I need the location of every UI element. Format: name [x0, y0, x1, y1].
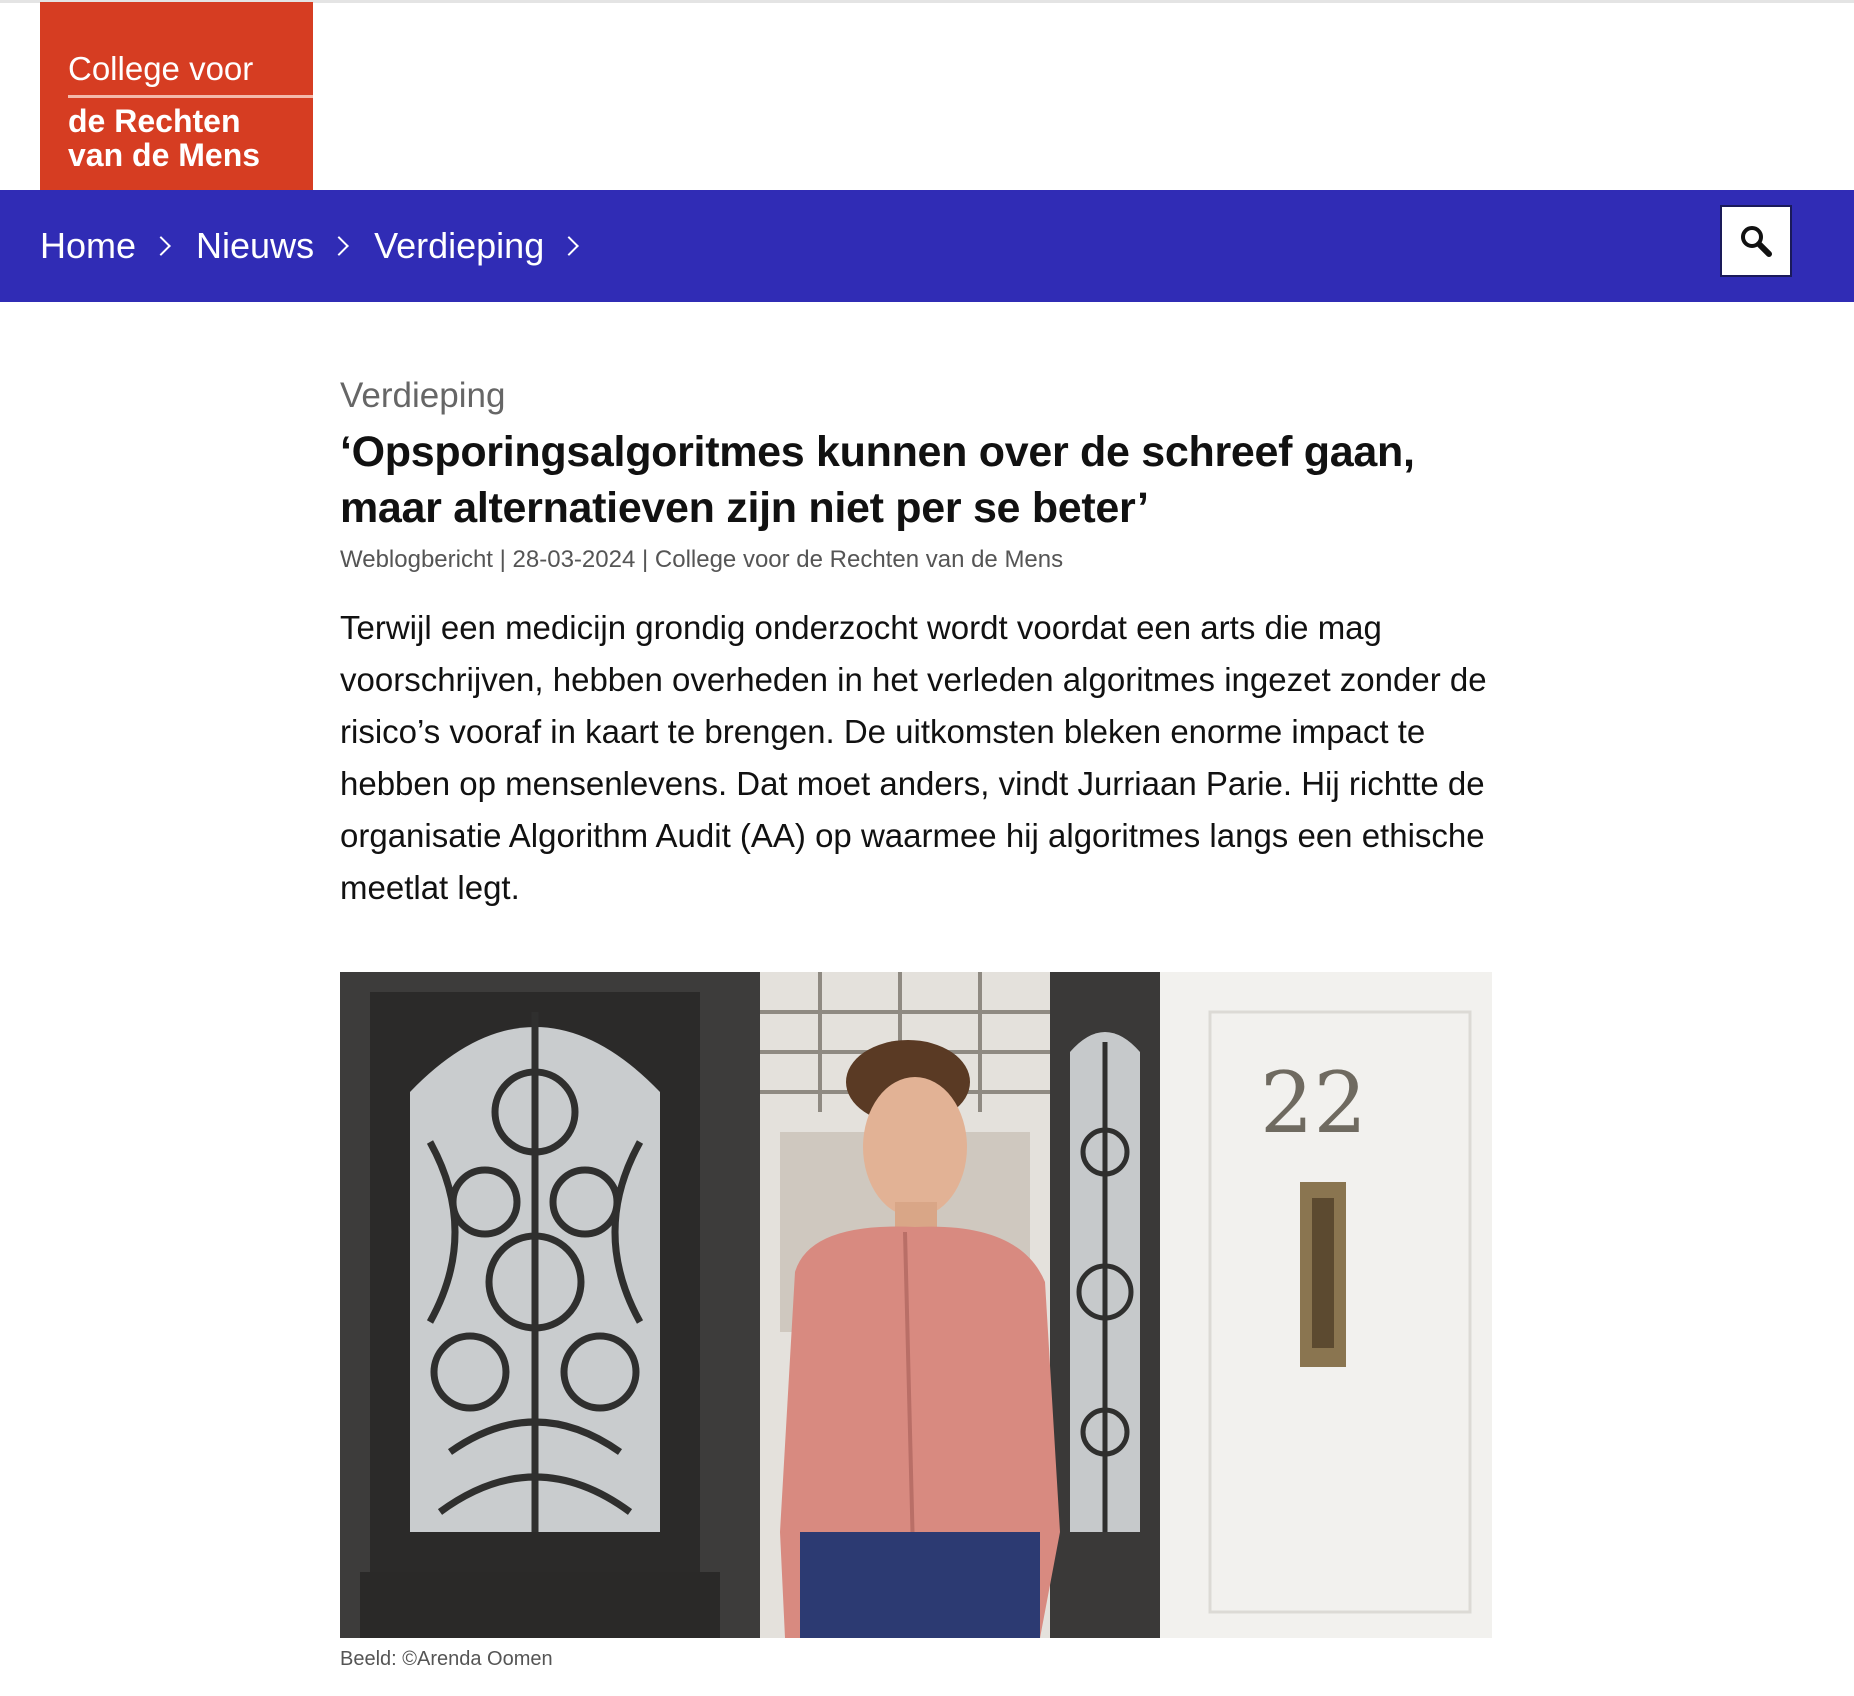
house-number: 22 [1260, 1054, 1367, 1152]
article-title-line-2: maar alternatieven zijn niet per se bete… [340, 484, 1149, 532]
breadcrumb-home[interactable]: Home [40, 225, 136, 267]
breadcrumb-bar: Home Nieuws Verdieping [0, 190, 1854, 302]
breadcrumb-verdieping[interactable]: Verdieping [374, 225, 544, 267]
article-title-line-1: ‘Opsporingsalgoritmes kunnen over de sch… [340, 428, 1415, 476]
article-title: ‘Opsporingsalgoritmes kunnen over de sch… [340, 424, 1500, 536]
article-meta: Weblogbericht | 28-03-2024 | College voo… [340, 546, 1064, 573]
logo-line-2: de Rechten van de Mens [68, 104, 285, 172]
article-intro: Terwijl een medicijn grondig onderzocht … [340, 609, 1487, 906]
article-photo: 22 [340, 972, 1492, 1638]
photo-illustration: 22 [340, 972, 1492, 1638]
article-category: Verdieping [340, 376, 506, 415]
logo-divider [68, 95, 313, 98]
photo-caption: Beeld: ©Arenda Oomen [340, 1648, 553, 1670]
chevron-right-icon [559, 236, 580, 256]
logo-line-1: College voor [68, 50, 254, 87]
chevron-right-icon [329, 236, 349, 256]
site-logo[interactable]: College voor de Rechten van de Mens [40, 2, 313, 190]
breadcrumb: Home Nieuws Verdieping [40, 190, 604, 302]
article: Verdieping ‘Opsporingsalgoritmes kunnen … [340, 372, 1500, 947]
search-button[interactable] [1720, 205, 1792, 277]
search-icon [1741, 226, 1772, 257]
chevron-right-icon [151, 236, 171, 256]
logo-line-2b: van de Mens [68, 137, 261, 173]
logo-line-2a: de Rechten [68, 103, 241, 139]
breadcrumb-nieuws[interactable]: Nieuws [196, 225, 314, 267]
